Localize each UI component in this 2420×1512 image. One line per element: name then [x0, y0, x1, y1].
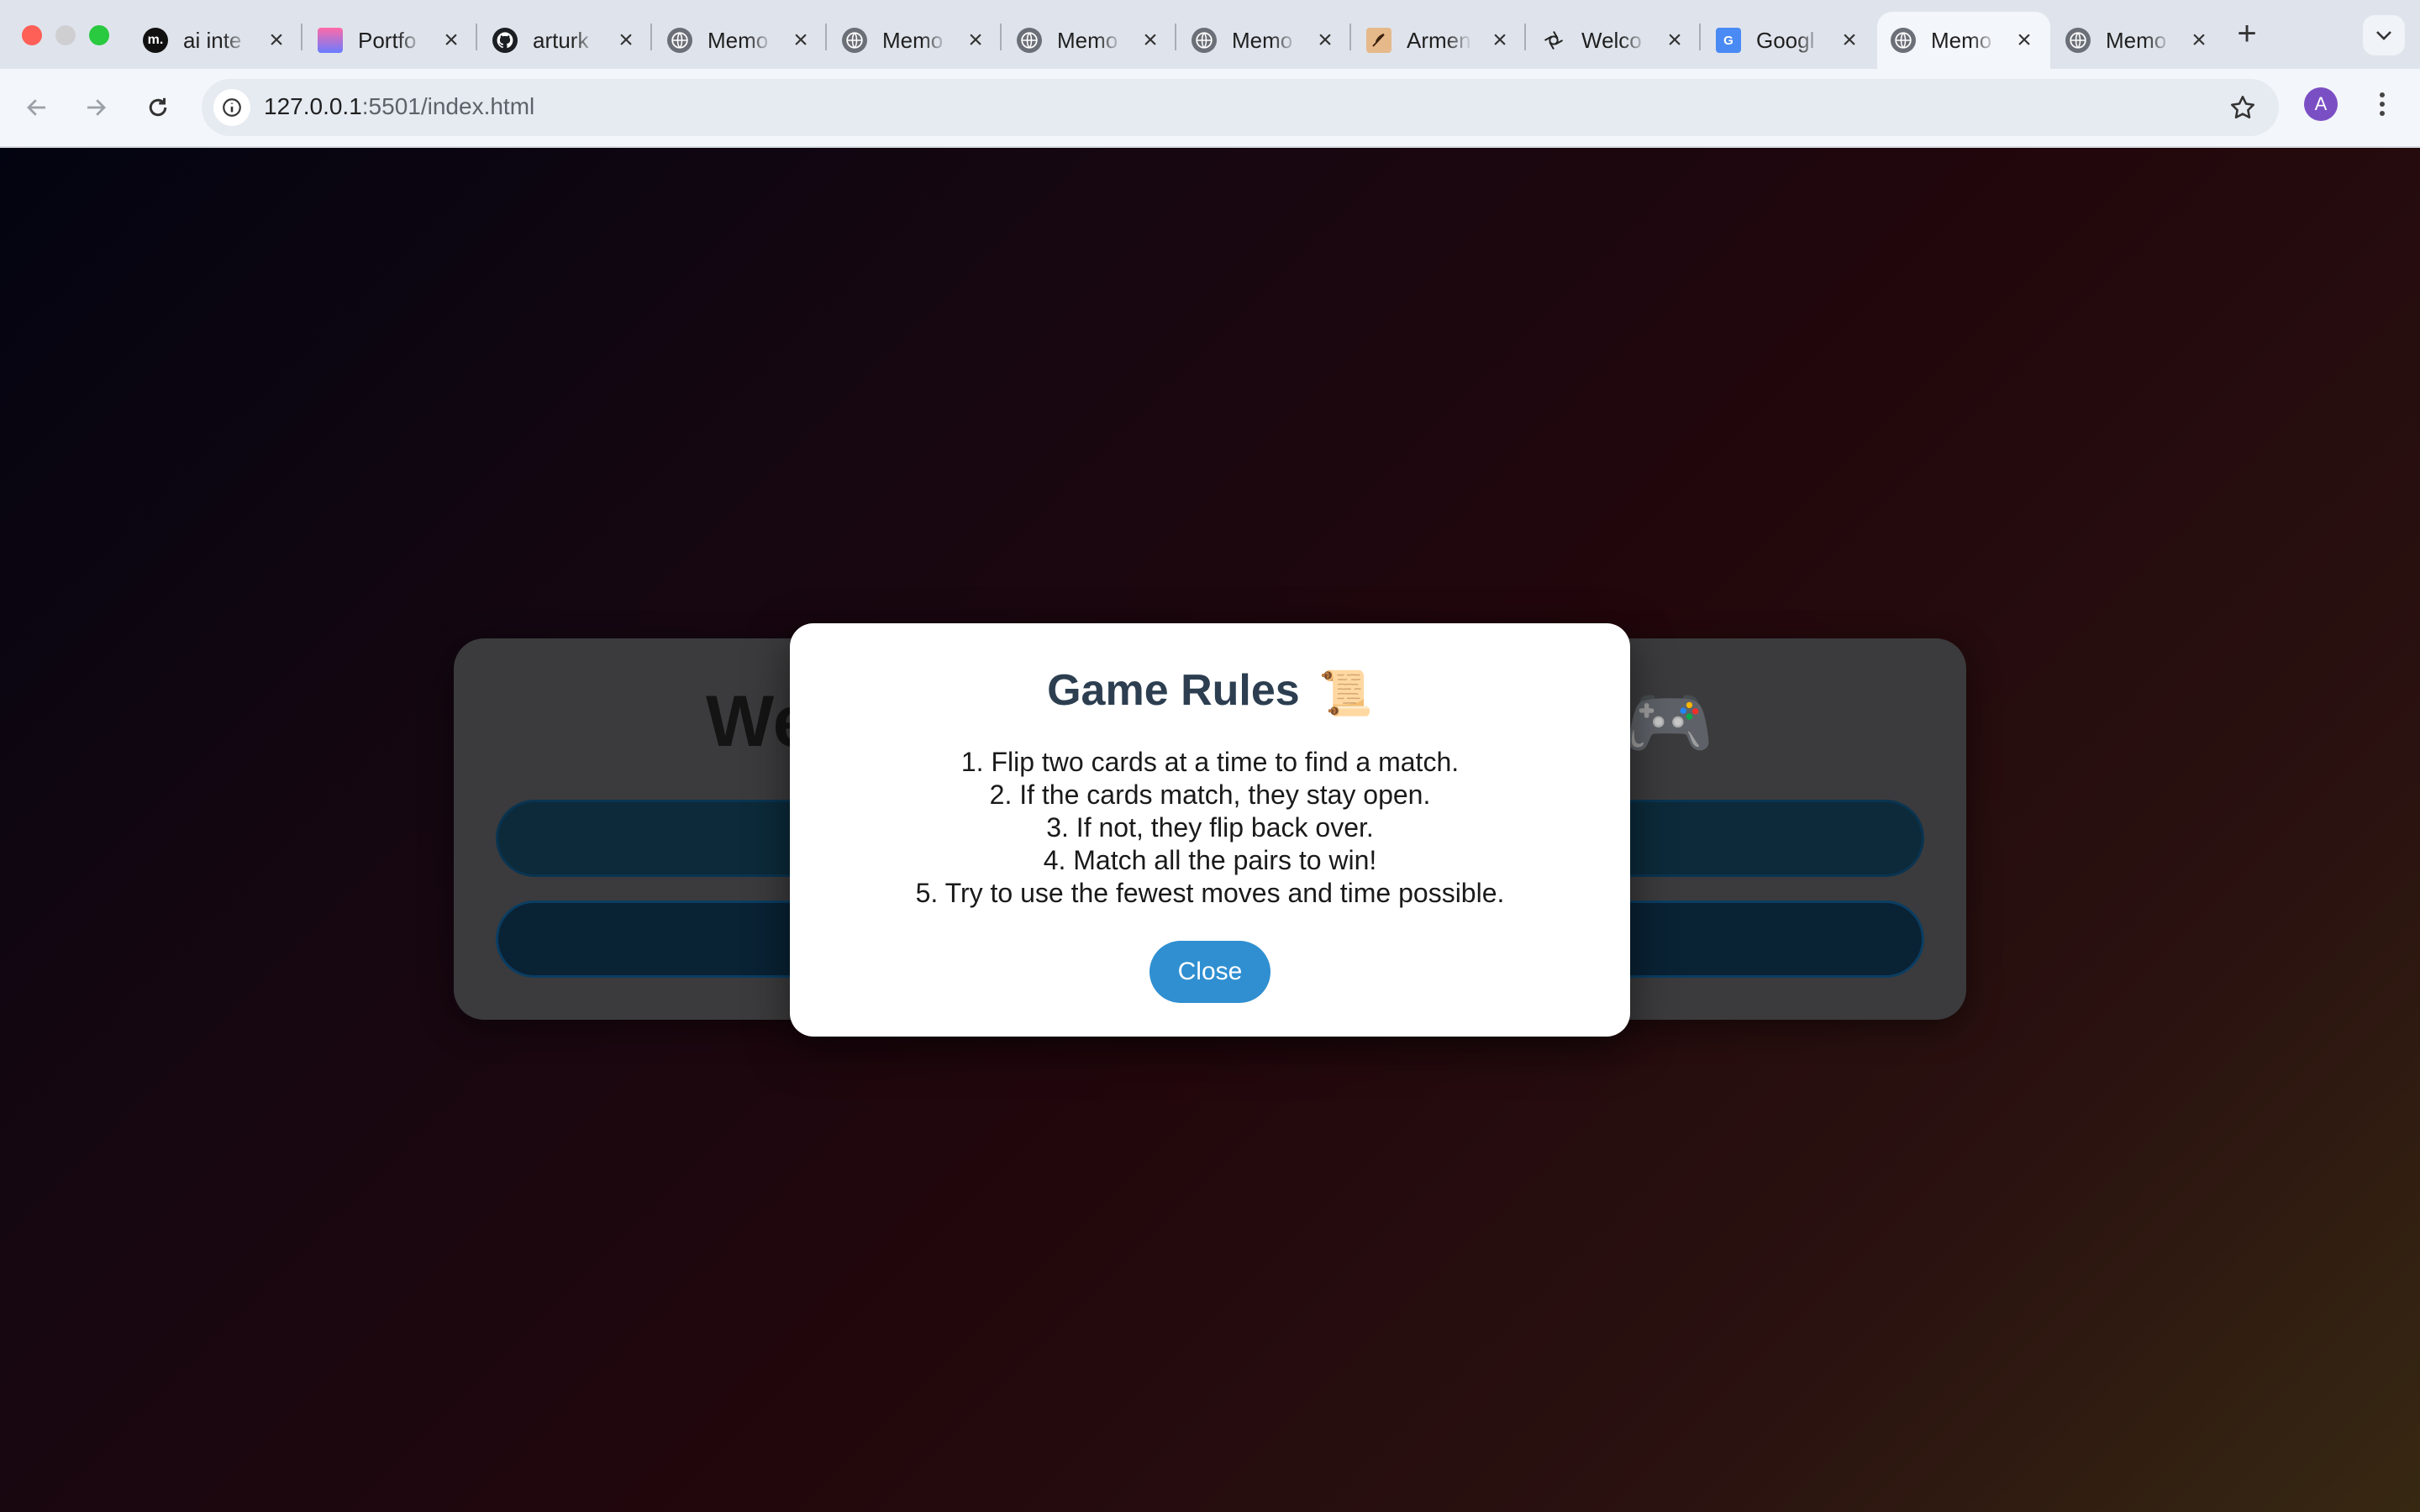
tab-title: Memo [708, 27, 769, 53]
quill-icon [1366, 28, 1392, 53]
openai-icon [1541, 28, 1566, 53]
url-path: :5501/index.html [361, 93, 535, 119]
forward-button[interactable] [76, 87, 116, 128]
page-viewport: We 🎮 Game Rules 📜 1. Flip two cards at a… [0, 148, 2420, 1512]
tab-memo-3[interactable]: Memo × [1003, 12, 1176, 69]
tab-portfolio[interactable]: Portfo × [304, 12, 477, 69]
modal-title-text: Game Rules [1047, 666, 1300, 715]
tab-close-icon[interactable]: × [788, 28, 813, 53]
tab-close-icon[interactable]: × [1487, 28, 1512, 53]
globe-icon [2065, 28, 2091, 53]
window-close-button[interactable] [22, 25, 42, 45]
tab-close-icon[interactable]: × [1138, 28, 1163, 53]
new-tab-button[interactable]: + [2232, 15, 2262, 52]
tab-title: Googl [1756, 27, 1815, 53]
close-button[interactable]: Close [1150, 941, 1270, 1003]
tab-title: ai inte [183, 27, 242, 53]
tab-close-icon[interactable]: × [264, 28, 289, 53]
globe-icon [1891, 28, 1916, 53]
tab-memo-4[interactable]: Memo × [1178, 12, 1351, 69]
tab-close-icon[interactable]: × [2012, 28, 2037, 53]
globe-icon [1017, 28, 1042, 53]
tab-memo-2[interactable]: Memo × [829, 12, 1002, 69]
browser-toolbar: 127.0.0.1:5501/index.html [0, 69, 2420, 148]
tab-welcome[interactable]: Welco × [1528, 12, 1701, 69]
site-info-icon[interactable] [213, 89, 250, 126]
tab-memo-1[interactable]: Memo × [654, 12, 827, 69]
back-button[interactable] [17, 87, 57, 128]
arrow-left-icon [27, 99, 45, 116]
tab-ai-inte[interactable]: m. ai inte × [129, 12, 302, 69]
tab-title: Memo [1931, 27, 1992, 53]
tab-close-icon[interactable]: × [963, 28, 988, 53]
tab-memo-active[interactable]: Memo × [1877, 12, 2050, 69]
globe-icon [1192, 28, 1217, 53]
rule-item: 3. If not, they flip back over. [1046, 812, 1374, 843]
github-icon [492, 28, 518, 53]
rules-list: 1. Flip two cards at a time to find a ma… [790, 746, 1630, 910]
tab-title: Memo [1057, 27, 1118, 53]
tab-github[interactable]: arturk × [479, 12, 652, 69]
google-translate-icon: G [1716, 28, 1741, 53]
gamepad-icon: 🎮 [1623, 683, 1714, 764]
tab-title: Portfo [358, 27, 417, 53]
tab-close-icon[interactable]: × [1837, 28, 1862, 53]
tab-close-icon[interactable]: × [439, 28, 464, 53]
tab-title: arturk [533, 27, 589, 53]
reload-icon [149, 97, 167, 117]
url-host: 127.0.0.1 [264, 93, 362, 119]
reload-button[interactable] [138, 87, 178, 128]
tab-title: Memo [2106, 27, 2167, 53]
chevron-down-icon [2376, 31, 2391, 40]
tab-strip: m. ai inte × Portfo × arturk × Memo × Me… [0, 0, 2420, 69]
tab-title: Welco [1581, 27, 1642, 53]
tab-title: Memo [882, 27, 944, 53]
medium-icon: m. [143, 28, 168, 53]
modal-title: Game Rules 📜 [790, 665, 1630, 719]
tab-search-button[interactable] [2363, 15, 2405, 55]
window-zoom-button[interactable] [89, 25, 109, 45]
window-minimize-button[interactable] [55, 25, 76, 45]
globe-icon [667, 28, 692, 53]
portfolio-icon [318, 28, 343, 53]
tab-close-icon[interactable]: × [1662, 28, 1687, 53]
rule-item: 1. Flip two cards at a time to find a ma… [960, 747, 1460, 777]
url-text: 127.0.0.1:5501/index.html [264, 93, 534, 120]
bookmark-star-icon[interactable] [2228, 93, 2257, 126]
tab-memo-6[interactable]: Memo × [2052, 12, 2225, 69]
rule-item: 2. If the cards match, they stay open. [989, 780, 1431, 810]
arrow-right-icon [87, 99, 106, 116]
tab-close-icon[interactable]: × [2186, 28, 2212, 53]
rule-item: 4. Match all the pairs to win! [1043, 845, 1377, 875]
tab-title: Memo [1232, 27, 1293, 53]
tab-close-icon[interactable]: × [1313, 28, 1338, 53]
rules-modal: Game Rules 📜 1. Flip two cards at a time… [790, 623, 1630, 1037]
tab-close-icon[interactable]: × [613, 28, 639, 53]
browser-menu-icon[interactable] [2370, 87, 2395, 121]
scroll-icon: 📜 [1318, 669, 1373, 718]
rule-item: 5. Try to use the fewest moves and time … [915, 878, 1505, 908]
tab-google[interactable]: G Googl × [1702, 12, 1876, 69]
profile-avatar[interactable]: A [2304, 87, 2338, 121]
globe-icon [842, 28, 867, 53]
tab-title: Armen [1407, 27, 1471, 53]
tab-armen[interactable]: Armen × [1353, 12, 1526, 69]
address-bar[interactable]: 127.0.0.1:5501/index.html [202, 79, 2279, 136]
